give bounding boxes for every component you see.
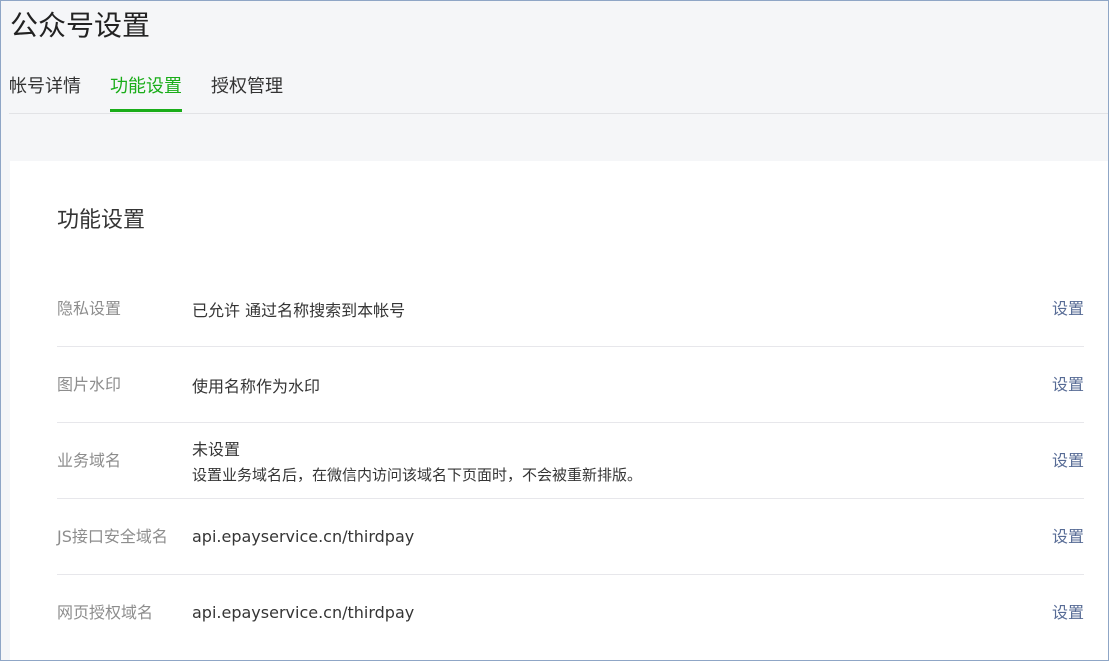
row-label: 网页授权域名 [57,603,154,622]
tab-account-details[interactable]: 帐号详情 [9,70,81,112]
row-value-text: api.epayservice.cn/thirdpay [192,603,415,622]
settings-card: 功能设置 隐私设置 已允许 通过名称搜索到本帐号 设置 图片水印 使用名称作为水… [10,161,1108,660]
business-domain-settings-link[interactable]: 设置 [1052,423,1084,498]
row-value-text: 已允许 通过名称搜索到本帐号 [192,300,406,320]
settings-row-js-domain: JS接口安全域名 api.epayservice.cn/thirdpay 设置 [57,499,1084,575]
oauth-domain-settings-link[interactable]: 设置 [1052,575,1084,650]
row-value: api.epayservice.cn/thirdpay [192,575,414,650]
row-value-text: api.epayservice.cn/thirdpay [192,527,415,546]
row-value-text: 使用名称作为水印 [192,376,321,396]
settings-row-business-domain: 业务域名 未设置 设置业务域名后，在微信内访问该域名下页面时，不会被重新排版。 … [57,423,1084,499]
privacy-settings-link[interactable]: 设置 [1052,271,1084,346]
settings-list: 隐私设置 已允许 通过名称搜索到本帐号 设置 图片水印 使用名称作为水印 设置 … [57,271,1084,651]
tab-bar: 帐号详情 功能设置 授权管理 [9,70,1108,114]
settings-row-watermark: 图片水印 使用名称作为水印 设置 [57,347,1084,423]
js-domain-settings-link[interactable]: 设置 [1052,499,1084,574]
settings-row-privacy: 隐私设置 已允许 通过名称搜索到本帐号 设置 [57,271,1084,347]
row-value: 使用名称作为水印 [192,347,320,422]
settings-row-oauth-domain: 网页授权域名 api.epayservice.cn/thirdpay 设置 [57,575,1084,651]
row-label: 业务域名 [57,451,122,470]
row-label: 隐私设置 [57,299,122,318]
watermark-settings-link[interactable]: 设置 [1052,347,1084,422]
row-label: 图片水印 [57,375,122,394]
page-title: 公众号设置 [10,9,151,42]
tab-feature-settings[interactable]: 功能设置 [110,70,182,112]
tab-authorization-management[interactable]: 授权管理 [211,70,283,112]
row-value: 未设置 设置业务域名后，在微信内访问该域名下页面时，不会被重新排版。 [192,423,642,498]
row-label: JS接口安全域名 [57,527,168,546]
section-title: 功能设置 [57,208,146,233]
row-value: api.epayservice.cn/thirdpay [192,499,414,574]
row-value-description: 设置业务域名后，在微信内访问该域名下页面时，不会被重新排版。 [192,466,643,484]
row-value: 已允许 通过名称搜索到本帐号 [192,271,405,346]
row-value-text: 未设置 [192,440,241,459]
